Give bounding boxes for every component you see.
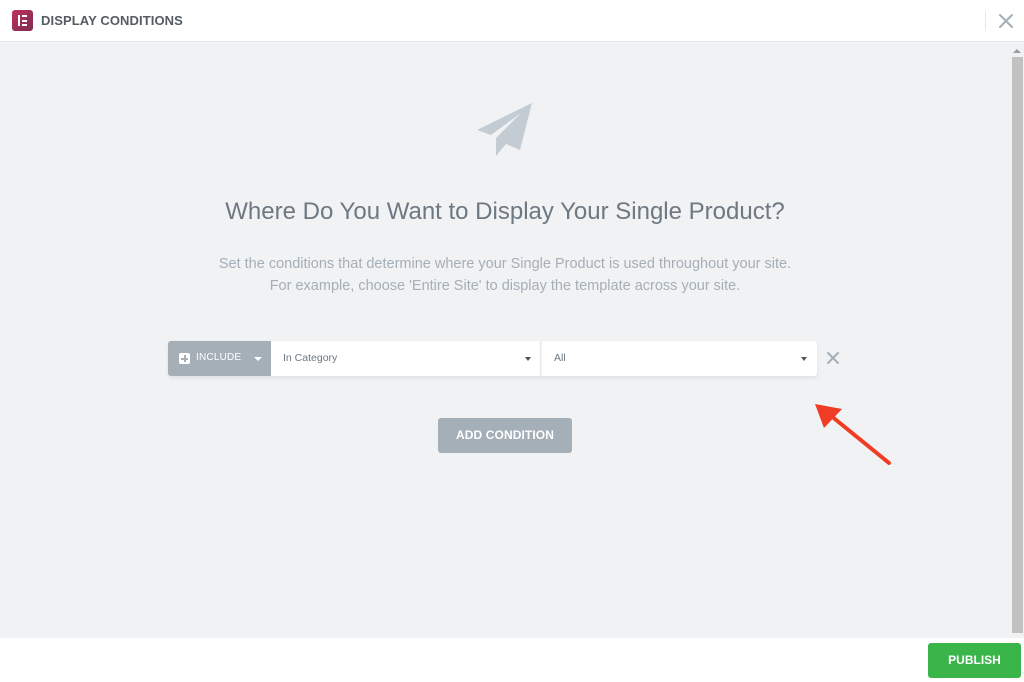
conditions-panel: Where Do You Want to Display Your Single… bbox=[0, 43, 1024, 638]
close-button[interactable] bbox=[996, 11, 1016, 31]
condition-row: INCLUDE In Category All bbox=[168, 341, 817, 376]
plus-square-icon bbox=[179, 353, 190, 364]
modal-footer: PUBLISH bbox=[0, 638, 1024, 682]
rule-select-value: In Category bbox=[283, 352, 338, 364]
close-icon bbox=[827, 352, 839, 364]
modal-title: DISPLAY CONDITIONS bbox=[41, 13, 183, 28]
chevron-down-icon bbox=[525, 357, 531, 361]
include-label: INCLUDE bbox=[196, 352, 242, 363]
include-exclude-select[interactable]: INCLUDE bbox=[168, 341, 271, 376]
description-line-1: Set the conditions that determine where … bbox=[218, 256, 792, 272]
elementor-logo-icon bbox=[12, 10, 33, 31]
remove-condition-button[interactable] bbox=[824, 349, 842, 367]
scrollbar-thumb[interactable] bbox=[1012, 57, 1023, 633]
page-heading: Where Do You Want to Display Your Single… bbox=[225, 198, 785, 225]
add-condition-button[interactable]: ADD CONDITION bbox=[438, 418, 572, 453]
header-divider bbox=[985, 11, 986, 31]
scrollbar-up-arrow[interactable] bbox=[1013, 49, 1021, 53]
description-line-2: For example, choose 'Entire Site' to dis… bbox=[269, 278, 741, 294]
rule-select[interactable]: In Category bbox=[271, 341, 541, 376]
red-arrow-icon bbox=[815, 404, 891, 465]
close-icon bbox=[999, 14, 1013, 28]
sub-rule-select-value: All bbox=[554, 352, 566, 364]
page-description: Set the conditions that determine where … bbox=[0, 253, 1010, 297]
modal-header: DISPLAY CONDITIONS bbox=[0, 0, 1024, 42]
chevron-down-icon bbox=[254, 357, 262, 361]
paper-plane-icon bbox=[477, 103, 532, 156]
publish-button[interactable]: PUBLISH bbox=[928, 643, 1021, 678]
chevron-down-icon bbox=[801, 357, 807, 361]
sub-rule-select[interactable]: All bbox=[542, 341, 817, 376]
